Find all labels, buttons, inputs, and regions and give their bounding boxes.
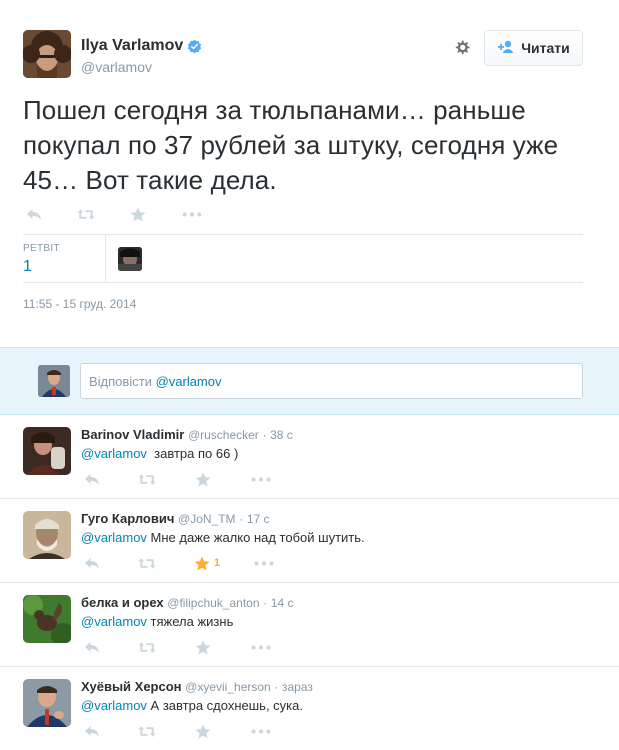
tweet-stats: РЕТВІТ 1 [23, 234, 583, 283]
reply-composer: Відповісти @varlamov [0, 347, 619, 415]
favorite-icon[interactable]: 1 [194, 555, 220, 571]
reply-mention: @varlamov [155, 374, 222, 389]
more-icon[interactable] [253, 555, 275, 571]
reply-author-name[interactable]: Гуго Карлович [81, 511, 174, 526]
tweet-timestamp[interactable]: 11:55 - 15 груд. 2014 [23, 297, 136, 311]
reply-text: @varlamov А завтра сдохнешь, сука. [81, 698, 303, 713]
reply-avatar[interactable] [23, 595, 71, 643]
reply-text-mention[interactable]: @varlamov [81, 530, 147, 545]
retweet-icon[interactable] [138, 471, 156, 487]
reply-author-handle[interactable]: @JoN_TM [178, 512, 236, 526]
tweet-text: Пошел сегодня за тюльпанами… раньше поку… [23, 95, 559, 195]
reply-author-name[interactable]: белка и орех [81, 595, 164, 610]
retweet-count[interactable]: 1 [23, 258, 32, 276]
reply-actions [83, 471, 272, 487]
reply-text: @varlamov завтра по 66 ) [81, 446, 238, 461]
separator-dot: · [262, 428, 267, 442]
retweet-stat-label: РЕТВІТ [23, 243, 60, 254]
verified-badge-icon [187, 39, 202, 54]
author-handle[interactable]: @varlamov [81, 59, 152, 75]
separator-dot: · [274, 680, 279, 694]
favorite-icon[interactable] [194, 471, 212, 487]
reply-time[interactable]: зараз [282, 680, 313, 694]
reply-text: @varlamov тяжела жизнь [81, 614, 233, 629]
reply-header: Хуёвый Херсон @xyevii_herson · зараз [81, 679, 313, 694]
follow-person-icon [497, 40, 515, 57]
reply-icon[interactable] [83, 723, 101, 739]
main-tweet: Ilya Varlamov @varlamov Читати Пошел сег… [0, 0, 619, 347]
retweeter-avatar[interactable] [118, 247, 142, 271]
favorite-icon[interactable] [194, 723, 212, 739]
gear-icon[interactable] [452, 38, 472, 58]
follow-button[interactable]: Читати [484, 30, 583, 66]
reply-author-handle[interactable]: @xyevii_herson [185, 680, 271, 694]
reply-icon[interactable] [83, 471, 101, 487]
reply-time[interactable]: 17 с [247, 512, 270, 526]
reply-author-name[interactable]: Barinov Vladimir [81, 427, 184, 442]
retweet-icon[interactable] [138, 555, 156, 571]
reply-avatar[interactable] [23, 511, 71, 559]
reply-text-body: А завтра сдохнешь, сука. [146, 698, 303, 713]
reply-actions [83, 639, 272, 655]
retweet-icon[interactable] [138, 639, 156, 655]
favorite-icon[interactable] [129, 206, 147, 222]
reply-author-name[interactable]: Хуёвый Херсон [81, 679, 182, 694]
reply-actions [83, 723, 272, 739]
reply-author-handle[interactable]: @ruschecker [188, 428, 259, 442]
follow-label: Читати [521, 40, 570, 56]
reply-icon[interactable] [25, 206, 43, 222]
reply-icon[interactable] [83, 639, 101, 655]
reply-text: @varlamov Мне даже жалко над тобой шутит… [81, 530, 365, 545]
reply-header: Гуго Карлович @JoN_TM · 17 с [81, 511, 270, 526]
reply-author-handle[interactable]: @filipchuk_anton [167, 596, 259, 610]
reply-time[interactable]: 14 с [271, 596, 294, 610]
reply-header: белка и орех @filipchuk_anton · 14 с [81, 595, 293, 610]
reply-text-body: Мне даже жалко над тобой шутить. [146, 530, 365, 545]
reply-icon[interactable] [83, 555, 101, 571]
author-name[interactable]: Ilya Varlamov [81, 37, 202, 55]
more-icon[interactable] [250, 471, 272, 487]
separator-dot: · [239, 512, 244, 526]
reply-text-mention[interactable]: @varlamov [81, 446, 147, 461]
separator-dot: · [263, 596, 268, 610]
reply-input[interactable]: Відповісти @varlamov [80, 363, 583, 399]
reply-avatar[interactable] [23, 427, 71, 475]
current-user-avatar [38, 365, 70, 397]
reply-header: Barinov Vladimir @ruschecker · 38 с [81, 427, 293, 442]
favorite-count: 1 [214, 557, 221, 569]
reply-actions: 1 [83, 555, 275, 571]
author-avatar[interactable] [23, 30, 71, 78]
stats-divider [105, 235, 106, 282]
reply-avatar[interactable] [23, 679, 71, 727]
retweet-icon[interactable] [77, 206, 95, 222]
reply-text-mention[interactable]: @varlamov [81, 614, 147, 629]
reply-placeholder: Відповісти [89, 374, 152, 389]
reply-text-body: завтра по 66 ) [146, 446, 239, 461]
favorite-icon[interactable] [194, 639, 212, 655]
retweet-icon[interactable] [138, 723, 156, 739]
tweet-actions [25, 206, 203, 222]
reply-time[interactable]: 38 с [270, 428, 293, 442]
reply-text-mention[interactable]: @varlamov [81, 698, 147, 713]
author-name-text[interactable]: Ilya Varlamov [81, 37, 183, 55]
more-icon[interactable] [181, 206, 203, 222]
more-icon[interactable] [250, 639, 272, 655]
reply-text-body: тяжела жизнь [146, 614, 234, 629]
more-icon[interactable] [250, 723, 272, 739]
